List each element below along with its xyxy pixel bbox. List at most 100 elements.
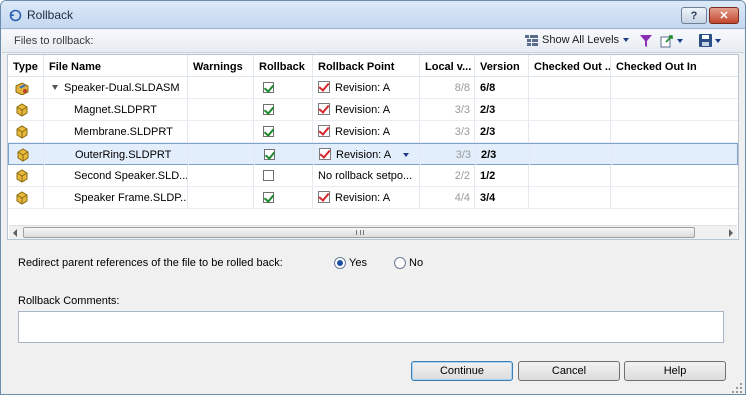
file-name-cell[interactable]: Speaker Frame.SLDP... (44, 187, 188, 208)
assembly-icon (15, 82, 29, 95)
rollback-checkbox[interactable] (263, 126, 274, 137)
version-cell: 2/3 (476, 144, 530, 165)
table-row[interactable]: Speaker Frame.SLDP... Revision: A 4/4 3/4 (8, 187, 738, 209)
toolbar: Files to rollback: Show All Levels (2, 30, 744, 53)
scroll-left-icon[interactable] (13, 229, 17, 237)
rollback-checkbox[interactable] (263, 192, 274, 203)
rollback-point-cell[interactable]: No rollback setpo... (313, 165, 420, 186)
column-header-warnings[interactable]: Warnings (188, 55, 254, 77)
local-version-cell: 2/2 (420, 165, 475, 186)
scrollbar-thumb[interactable] (23, 227, 695, 238)
rollback-point-cell[interactable]: Revision: A (313, 187, 420, 208)
checked-out-by-cell (530, 144, 612, 165)
close-button[interactable]: ✕ (709, 7, 739, 24)
column-header-local-version[interactable]: Local v... (420, 55, 475, 77)
grid-header: Type File Name Warnings Rollback Rollbac… (8, 55, 738, 77)
local-version-cell: 3/3 (420, 121, 475, 142)
redirect-no-label[interactable]: No (409, 257, 423, 269)
warnings-cell (188, 121, 254, 142)
rollback-point-cell[interactable]: Revision: A (313, 99, 420, 120)
rollback-point-label: Revision: A (335, 126, 391, 138)
type-cell (8, 77, 44, 98)
checked-out-in-cell (611, 121, 738, 142)
files-grid: Type File Name Warnings Rollback Rollbac… (7, 54, 739, 240)
rollback-point-cell[interactable]: Revision: A (314, 144, 421, 165)
horizontal-scrollbar[interactable] (9, 225, 737, 239)
rollback-icon (9, 9, 22, 22)
rollback-cell (254, 121, 313, 142)
chevron-down-icon (623, 38, 630, 42)
table-row[interactable]: OuterRing.SLDPRT Revision: A 3/3 2/3 (8, 143, 738, 165)
rollback-point-cell[interactable]: Revision: A (313, 77, 420, 98)
warnings-cell (188, 165, 254, 186)
warnings-cell (188, 187, 254, 208)
export-dropdown[interactable] (660, 34, 683, 48)
file-name-cell[interactable]: Speaker-Dual.SLDASM (44, 77, 188, 98)
rollback-point-cell[interactable]: Revision: A (313, 121, 420, 142)
local-version-cell: 3/3 (421, 144, 476, 165)
levels-icon (525, 34, 538, 46)
table-row[interactable]: Speaker-Dual.SLDASM Revision: A 8/8 6/8 (8, 77, 738, 99)
cancel-button[interactable]: Cancel (518, 361, 620, 381)
column-header-type[interactable]: Type (8, 55, 44, 77)
checked-out-in-cell (611, 187, 738, 208)
save-icon (699, 34, 712, 47)
column-header-checked-out-by[interactable]: Checked Out ... (529, 55, 611, 77)
filter-icon[interactable] (640, 35, 652, 47)
save-dropdown[interactable] (699, 34, 721, 47)
rollback-cell (255, 144, 314, 165)
rollback-comments-input[interactable] (18, 311, 724, 343)
checked-out-by-cell (529, 187, 611, 208)
chevron-down-icon (715, 38, 721, 43)
checked-out-in-cell (612, 144, 739, 165)
chevron-down-icon[interactable] (403, 153, 409, 157)
redirect-yes-label[interactable]: Yes (349, 257, 367, 269)
table-row[interactable]: Second Speaker.SLD... No rollback setpo..… (8, 165, 738, 187)
redirect-yes-radio[interactable] (334, 257, 346, 269)
column-header-checked-out-in[interactable]: Checked Out In (611, 55, 738, 77)
rollback-point-label: Revision: A (336, 149, 392, 161)
rollback-cell (254, 187, 313, 208)
type-cell (8, 121, 44, 142)
rollback-cell (254, 77, 313, 98)
checked-out-in-cell (611, 165, 738, 186)
rollback-checkbox[interactable] (263, 104, 274, 115)
version-cell: 1/2 (475, 165, 529, 186)
warnings-cell (188, 77, 254, 98)
rollback-cell (254, 99, 313, 120)
rollback-checkbox[interactable] (263, 170, 274, 181)
table-row[interactable]: Membrane.SLDPRT Revision: A 3/3 2/3 (8, 121, 738, 143)
table-row[interactable]: Magnet.SLDPRT Revision: A 3/3 2/3 (8, 99, 738, 121)
scroll-right-icon[interactable] (729, 229, 733, 237)
checked-out-by-cell (529, 99, 611, 120)
rollback-checkbox[interactable] (264, 149, 275, 160)
checked-out-by-cell (529, 165, 611, 186)
file-name-cell[interactable]: Magnet.SLDPRT (44, 99, 188, 120)
column-header-rollback-point[interactable]: Rollback Point (313, 55, 420, 77)
column-header-file-name[interactable]: File Name (44, 55, 188, 77)
redirect-references-label: Redirect parent references of the file t… (18, 257, 283, 269)
warnings-cell (189, 144, 255, 165)
warnings-cell (188, 99, 254, 120)
file-name-cell[interactable]: OuterRing.SLDPRT (45, 144, 189, 165)
file-name-cell[interactable]: Membrane.SLDPRT (44, 121, 188, 142)
revision-check-icon (318, 81, 330, 93)
redirect-no-radio[interactable] (394, 257, 406, 269)
file-name-cell[interactable]: Second Speaker.SLD... (44, 165, 188, 186)
help-button[interactable]: Help (624, 361, 726, 381)
continue-button[interactable]: Continue (411, 361, 513, 381)
local-version-cell: 4/4 (420, 187, 475, 208)
files-to-rollback-label: Files to rollback: (14, 35, 94, 47)
expand-arrow-icon[interactable] (52, 85, 58, 90)
part-icon (16, 169, 28, 183)
rollback-checkbox[interactable] (263, 82, 274, 93)
help-title-button[interactable]: ? (681, 7, 707, 24)
column-header-version[interactable]: Version (475, 55, 529, 77)
column-header-rollback[interactable]: Rollback (254, 55, 313, 77)
local-version-cell: 8/8 (420, 77, 475, 98)
type-cell (9, 144, 45, 165)
part-icon (16, 125, 28, 139)
show-all-levels-dropdown[interactable]: Show All Levels (525, 34, 630, 46)
resize-grip-icon[interactable] (731, 382, 743, 394)
rollback-cell (254, 165, 313, 186)
